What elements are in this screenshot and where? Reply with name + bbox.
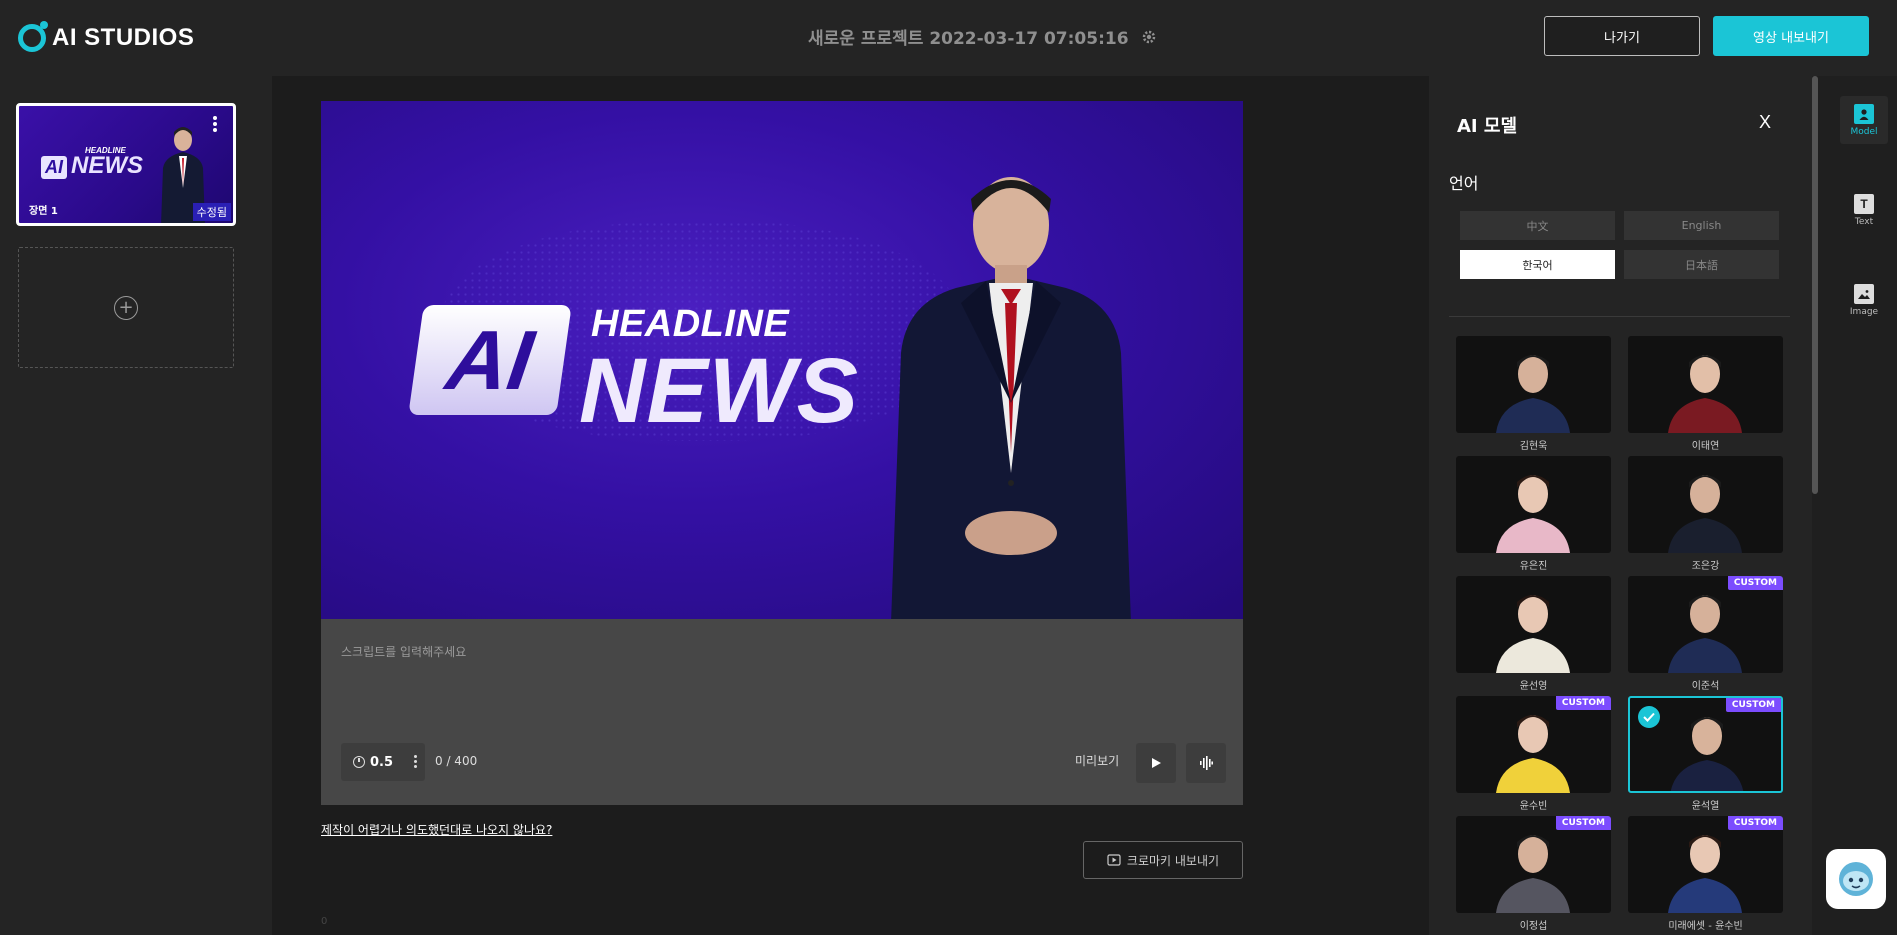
play-icon [1152, 758, 1161, 768]
editor-canvas: AI HEADLINE NEWS 스크립트를 입력해주세요 0.5 0 / 40… [272, 76, 1429, 935]
tab-image[interactable]: Image [1840, 276, 1888, 324]
video-export-icon [1107, 854, 1121, 866]
check-icon [1638, 706, 1660, 728]
tab-model[interactable]: Model [1840, 96, 1888, 144]
model-portrait-image [1496, 475, 1570, 553]
tab-image-label: Image [1849, 306, 1879, 317]
scene-thumb-news: NEWS [71, 152, 143, 179]
panel-scrollbar-thumb[interactable] [1812, 76, 1818, 494]
chatbot-icon [1839, 862, 1873, 896]
scene-list: HEADLINE AI NEWS 장면 1 수정됨 + [0, 76, 272, 935]
ai-model-panel: AI 모델 X 언어 中文 English 한국어 日本語 김현욱 이태연유은진 조… [1429, 76, 1814, 935]
tab-text[interactable]: T Text [1840, 186, 1888, 234]
image-icon [1854, 283, 1874, 304]
help-link[interactable]: 제작이 어렵거나 의도했던대로 나오지 않나요? [321, 821, 552, 838]
model-portrait-image [1668, 355, 1742, 433]
model-card[interactable]: CUSTOM [1628, 696, 1783, 793]
model-name: 이정섭 [1519, 921, 1548, 932]
model-name: 윤선영 [1519, 681, 1548, 692]
person-icon [1854, 103, 1874, 124]
project-title-text: 새로운 프로젝트 2022-03-17 07:05:16 [808, 29, 1129, 49]
lang-korean-button[interactable]: 한국어 [1460, 250, 1615, 279]
model-name: 윤석열 [1691, 801, 1720, 812]
stage-news-text: NEWS [579, 340, 859, 442]
lang-english-button[interactable]: English [1624, 211, 1779, 240]
lang-japanese-button[interactable]: 日本語 [1624, 250, 1779, 279]
model-card[interactable] [1628, 336, 1783, 433]
project-title[interactable]: 새로운 프로젝트 2022-03-17 07:05:16 [808, 24, 1157, 49]
logo-text: AI STUDIOS [52, 24, 195, 51]
model-name: 김현욱 [1519, 441, 1548, 452]
speed-menu-icon[interactable] [414, 755, 417, 770]
tab-text-label: Text [1854, 216, 1874, 227]
char-count: 0 / 400 [435, 754, 478, 768]
exit-button[interactable]: 나가기 [1544, 16, 1700, 56]
play-preview-button[interactable] [1136, 743, 1176, 783]
preview-label: 미리보기 [1075, 754, 1120, 768]
model-name: 이태연 [1691, 441, 1720, 452]
app-logo[interactable]: AI STUDIOS [18, 20, 194, 56]
video-stage[interactable]: AI HEADLINE NEWS [321, 101, 1243, 619]
chroma-export-button[interactable]: 크로마키 내보내기 [1083, 841, 1243, 879]
model-portrait-image [1496, 355, 1570, 433]
chatbot-button[interactable] [1826, 849, 1886, 909]
waveform-icon [1200, 756, 1213, 770]
close-panel-button[interactable]: X [1759, 112, 1771, 133]
model-card[interactable] [1456, 456, 1611, 553]
gear-icon[interactable] [1141, 29, 1157, 45]
text-icon: T [1854, 193, 1874, 214]
model-portrait-image [1668, 475, 1742, 553]
stage-ai-text: AI [441, 312, 539, 407]
model-name: 윤수빈 [1519, 801, 1548, 812]
model-name: 유은진 [1519, 561, 1548, 572]
scene-label: 장면 1 [29, 206, 58, 217]
model-portrait-image [1496, 835, 1570, 913]
model-name: 조은강 [1691, 561, 1720, 572]
panel-title: AI 모델 [1457, 116, 1518, 137]
plus-circle-icon: + [114, 295, 138, 320]
model-name: 이준석 [1691, 681, 1720, 692]
model-card[interactable]: CUSTOM [1456, 696, 1611, 793]
scene-card-1[interactable]: HEADLINE AI NEWS 장면 1 수정됨 [16, 103, 236, 226]
export-video-button[interactable]: 영상 내보내기 [1713, 16, 1869, 56]
model-portrait-image [1668, 595, 1742, 673]
panel-divider [1449, 316, 1790, 317]
scene-modified-badge: 수정됨 [192, 203, 231, 221]
custom-badge: CUSTOM [1727, 816, 1783, 830]
model-portrait-image [1668, 835, 1742, 913]
model-card[interactable]: CUSTOM [1628, 816, 1783, 913]
model-card[interactable] [1456, 576, 1611, 673]
speed-value: 0.5 [370, 754, 394, 770]
model-card[interactable]: CUSTOM [1628, 576, 1783, 673]
ai-anchor-image[interactable] [861, 153, 1161, 619]
clock-icon [353, 756, 365, 768]
scene-thumb-logo: AI NEWS [41, 152, 143, 180]
stray-text: 0 [321, 916, 328, 927]
custom-badge: CUSTOM [1555, 696, 1611, 710]
script-input[interactable]: 스크립트를 입력해주세요 [341, 643, 466, 660]
model-name: 미래에셋 - 윤수빈 [1668, 921, 1743, 932]
add-scene-button[interactable]: + [18, 247, 234, 368]
custom-badge: CUSTOM [1725, 698, 1781, 712]
speed-control[interactable]: 0.5 [341, 743, 425, 781]
custom-badge: CUSTOM [1727, 576, 1783, 590]
top-bar: AI STUDIOS 새로운 프로젝트 2022-03-17 07:05:16 … [0, 0, 1897, 76]
side-tab-bar: Model T Text Image [1820, 76, 1897, 935]
tab-model-label: Model [1850, 126, 1878, 137]
chroma-export-label: 크로마키 내보내기 [1126, 853, 1220, 868]
model-card[interactable] [1456, 336, 1611, 433]
model-portrait-image [1496, 715, 1570, 793]
lang-chinese-button[interactable]: 中文 [1460, 211, 1615, 240]
model-card[interactable] [1628, 456, 1783, 553]
model-portrait-image [1496, 595, 1570, 673]
stage-ai-logo: AI [408, 305, 572, 415]
custom-badge: CUSTOM [1555, 816, 1611, 830]
audio-preview-button[interactable] [1186, 743, 1226, 783]
model-card[interactable]: CUSTOM [1456, 816, 1611, 913]
scene-menu-icon[interactable] [213, 116, 217, 132]
language-title: 언어 [1449, 174, 1479, 193]
logo-mark-icon [18, 21, 48, 52]
scene-thumb-ai: AI [41, 156, 67, 179]
script-panel: 스크립트를 입력해주세요 0.5 0 / 400 미리보기 [321, 619, 1243, 805]
